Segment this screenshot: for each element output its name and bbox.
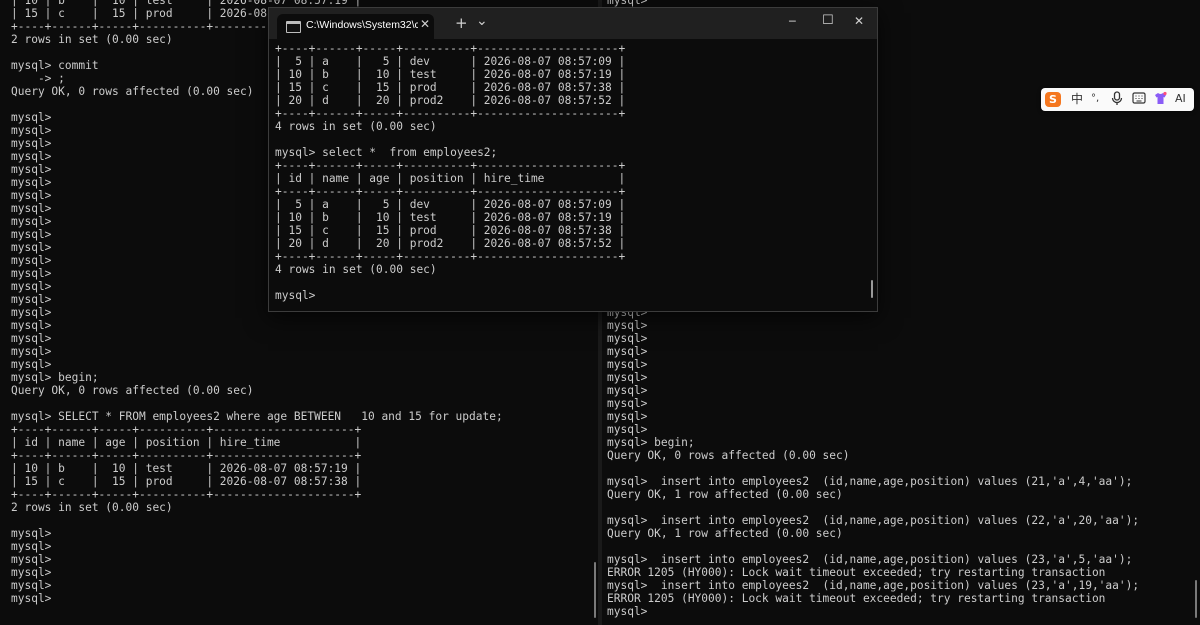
tab-title: C:\Windows\System32\cmd.exe (306, 19, 418, 31)
left-scrollbar[interactable] (594, 562, 596, 618)
terminal-icon (286, 21, 301, 33)
ime-toolbar[interactable]: S 中 °, AI (1041, 88, 1194, 111)
title-bar[interactable]: C:\Windows\System32\cmd.exe ✕ + ⌄ ─ ☐ ✕ (269, 8, 877, 39)
tab-close-icon[interactable]: ✕ (420, 17, 430, 31)
close-button[interactable]: ✕ (854, 14, 864, 28)
tab-dropdown-button[interactable]: ⌄ (476, 13, 488, 29)
tab-cmd[interactable]: C:\Windows\System32\cmd.exe ✕ (277, 14, 434, 39)
keyboard-icon[interactable] (1132, 91, 1146, 109)
ime-ai-button[interactable]: AI (1175, 91, 1186, 107)
minimize-button[interactable]: ─ (789, 15, 796, 28)
skin-icon[interactable] (1153, 91, 1168, 109)
right-scrollbar[interactable] (1195, 580, 1197, 618)
ime-logo-icon[interactable]: S (1045, 92, 1061, 107)
cmd-window[interactable]: C:\Windows\System32\cmd.exe ✕ + ⌄ ─ ☐ ✕ … (268, 7, 878, 312)
new-tab-button[interactable]: + (455, 14, 468, 32)
cmd-scrollbar[interactable] (871, 280, 873, 298)
cmd-terminal-output[interactable]: +----+------+-----+----------+----------… (275, 42, 871, 308)
maximize-button[interactable]: ☐ (822, 13, 834, 28)
ime-punct-toggle[interactable]: °, (1091, 91, 1099, 107)
mic-icon[interactable] (1111, 91, 1123, 110)
ime-lang-toggle[interactable]: 中 (1071, 91, 1083, 107)
